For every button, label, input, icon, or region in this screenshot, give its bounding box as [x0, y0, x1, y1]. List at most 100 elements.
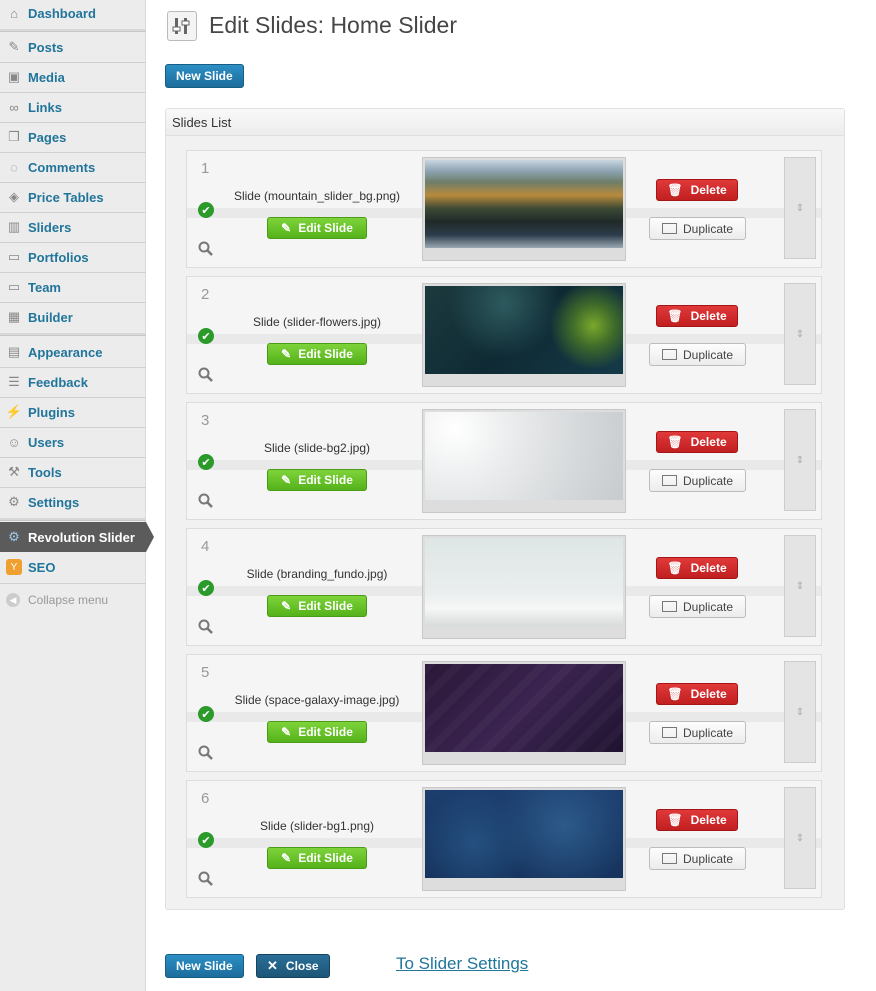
menu-label: Revolution Slider	[28, 529, 135, 545]
menu-item-users[interactable]: ☺ Users	[0, 427, 146, 457]
menu-item-price-tables[interactable]: ◈ Price Tables	[0, 182, 146, 212]
duplicate-slide-button[interactable]: Duplicate	[649, 847, 746, 870]
edit-slide-button[interactable]: ✎ Edit Slide	[267, 721, 367, 743]
menu-item-pages[interactable]: ❐ Pages	[0, 122, 146, 152]
drag-handle[interactable]: ⇕	[784, 157, 816, 259]
menu-item-appearance[interactable]: ▤ Appearance	[0, 337, 146, 367]
menu-item-comments[interactable]: ◌ Comments	[0, 152, 146, 182]
delete-slide-button[interactable]: 🗑 Delete	[656, 305, 738, 327]
delete-slide-button[interactable]: 🗑 Delete	[656, 683, 738, 705]
menu-label: Links	[28, 99, 62, 115]
slide-number: 3	[201, 412, 210, 429]
slider-settings-link[interactable]: To Slider Settings	[396, 954, 528, 974]
drag-handle[interactable]: ⇕	[784, 661, 816, 763]
edit-slide-button[interactable]: ✎ Edit Slide	[267, 469, 367, 491]
edit-slide-label: Edit Slide	[298, 347, 353, 361]
menu-item-builder[interactable]: ▦ Builder	[0, 302, 146, 332]
slide-name: Slide (space-galaxy-image.jpg)	[234, 693, 400, 707]
menu-label: Appearance	[28, 344, 103, 360]
published-check-icon[interactable]: ✔	[198, 832, 214, 848]
new-slide-button-bottom[interactable]: New Slide	[165, 954, 244, 978]
duplicate-slide-button[interactable]: Duplicate	[649, 469, 746, 492]
builder-icon: ▦	[7, 309, 21, 324]
preview-magnifier-icon[interactable]	[198, 745, 214, 761]
menu-item-sliders[interactable]: ▥ Sliders	[0, 212, 146, 242]
slide-thumbnail[interactable]	[422, 661, 626, 765]
menu-item-dashboard[interactable]: ⌂ Dashboard	[0, 0, 146, 28]
published-check-icon[interactable]: ✔	[198, 706, 214, 722]
new-slide-button[interactable]: New Slide	[165, 64, 244, 88]
preview-magnifier-icon[interactable]	[198, 493, 214, 509]
delete-label: Delete	[690, 561, 727, 575]
users-icon: ☺	[7, 434, 21, 450]
published-check-icon[interactable]: ✔	[198, 580, 214, 596]
preview-magnifier-icon[interactable]	[198, 367, 214, 383]
slides-list-panel: Slides List 1 Slide (mountain_slider_bg.…	[165, 108, 845, 910]
menu-item-portfolios[interactable]: ▭ Portfolios	[0, 242, 146, 272]
delete-slide-button[interactable]: 🗑 Delete	[656, 431, 738, 453]
edit-slide-button[interactable]: ✎ Edit Slide	[267, 595, 367, 617]
delete-label: Delete	[690, 183, 727, 197]
menu-item-feedback[interactable]: ☰ Feedback	[0, 367, 146, 397]
slide-thumbnail[interactable]	[422, 535, 626, 639]
menu-item-links[interactable]: ∞ Links	[0, 92, 146, 122]
delete-slide-button[interactable]: 🗑 Delete	[656, 557, 738, 579]
published-check-icon[interactable]: ✔	[198, 328, 214, 344]
preview-magnifier-icon[interactable]	[198, 619, 214, 635]
published-check-icon[interactable]: ✔	[198, 454, 214, 470]
menu-item-posts[interactable]: ✎ Posts	[0, 32, 146, 62]
edit-slide-button[interactable]: ✎ Edit Slide	[267, 217, 367, 239]
slide-number: 2	[201, 286, 210, 303]
trash-icon: 🗑	[667, 813, 683, 827]
panel-title: Slides List	[166, 109, 844, 136]
trash-icon: 🗑	[667, 183, 683, 197]
menu-item-plugins[interactable]: ⚡ Plugins	[0, 397, 146, 427]
drag-arrows-icon: ⇕	[795, 202, 805, 214]
seo-icon: Y	[6, 559, 22, 575]
menu-item-media[interactable]: ▣ Media	[0, 62, 146, 92]
drag-arrows-icon: ⇕	[795, 580, 805, 592]
thumbnail-image	[425, 790, 623, 878]
menu-item-settings[interactable]: ⚙ Settings	[0, 487, 146, 517]
delete-slide-button[interactable]: 🗑 Delete	[656, 179, 738, 201]
main-content: Edit Slides: Home Slider New Slide Slide…	[146, 0, 876, 991]
menu-label: Feedback	[28, 374, 88, 390]
preview-magnifier-icon[interactable]	[198, 241, 214, 257]
slide-thumbnail[interactable]	[422, 409, 626, 513]
collapse-menu[interactable]: ◀ Collapse menu	[6, 593, 108, 607]
slide-row: 4 Slide (branding_fundo.jpg) ✔ ✎ Edit Sl…	[186, 528, 822, 646]
delete-label: Delete	[690, 813, 727, 827]
published-check-icon[interactable]: ✔	[198, 202, 214, 218]
slide-thumbnail[interactable]	[422, 283, 626, 387]
drag-handle[interactable]: ⇕	[784, 409, 816, 511]
slide-number: 5	[201, 664, 210, 681]
drag-handle[interactable]: ⇕	[784, 535, 816, 637]
menu-label: Dashboard	[28, 5, 96, 21]
delete-slide-button[interactable]: 🗑 Delete	[656, 809, 738, 831]
duplicate-slide-button[interactable]: Duplicate	[649, 217, 746, 240]
menu-label: Tools	[28, 464, 62, 480]
menu-item-team[interactable]: ▭ Team	[0, 272, 146, 302]
duplicate-label: Duplicate	[682, 473, 734, 488]
edit-slide-button[interactable]: ✎ Edit Slide	[267, 847, 367, 869]
page-title: Edit Slides: Home Slider	[209, 12, 457, 38]
slide-number: 1	[201, 160, 210, 177]
duplicate-slide-button[interactable]: Duplicate	[649, 595, 746, 618]
slide-name: Slide (mountain_slider_bg.png)	[233, 189, 401, 203]
slide-thumbnail[interactable]	[422, 787, 626, 891]
menu-item-seo[interactable]: Y SEO	[0, 552, 146, 582]
edit-slide-button[interactable]: ✎ Edit Slide	[267, 343, 367, 365]
duplicate-slide-button[interactable]: Duplicate	[649, 343, 746, 366]
duplicate-slide-button[interactable]: Duplicate	[649, 721, 746, 744]
close-button[interactable]: ✕ Close	[256, 954, 330, 978]
drag-handle[interactable]: ⇕	[784, 283, 816, 385]
image-icon	[661, 727, 677, 738]
edit-slide-label: Edit Slide	[298, 725, 353, 739]
drag-handle[interactable]: ⇕	[784, 787, 816, 889]
preview-magnifier-icon[interactable]	[198, 871, 214, 887]
menu-item-revolution-slider[interactable]: ⚙ Revolution Slider	[0, 522, 146, 552]
slide-thumbnail[interactable]	[422, 157, 626, 261]
close-icon: ✕	[267, 958, 278, 973]
delete-label: Delete	[690, 435, 727, 449]
menu-item-tools[interactable]: ⚒ Tools	[0, 457, 146, 487]
